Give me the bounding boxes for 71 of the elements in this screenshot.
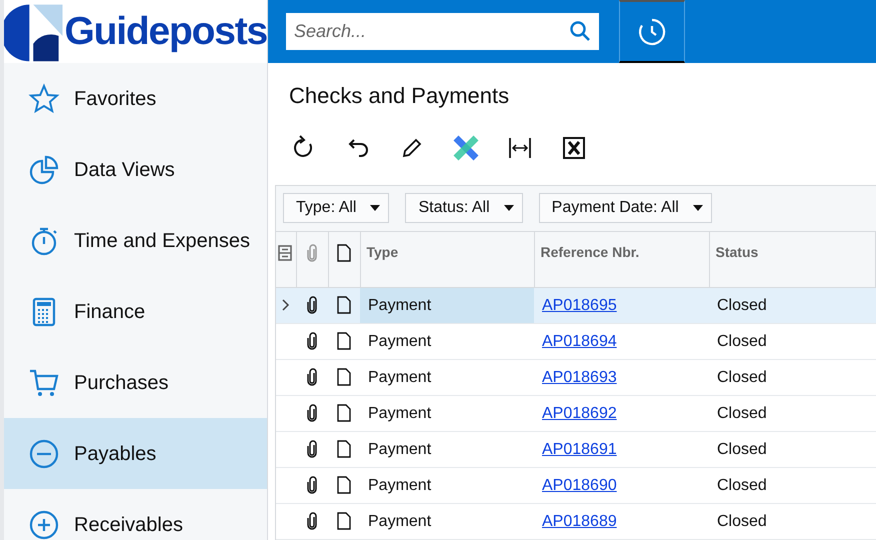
expand-icon — [28, 508, 60, 540]
table-row[interactable]: Payment AP018692 Closed — [276, 396, 876, 432]
sidebar-item[interactable]: Purchases — [4, 347, 267, 418]
history-button[interactable] — [619, 0, 685, 63]
paperclip-icon — [306, 440, 318, 458]
search-icon — [569, 20, 591, 42]
document-icon — [337, 368, 351, 386]
paperclip-icon — [306, 296, 318, 314]
table-cell: Closed — [709, 324, 876, 360]
caret-icon — [692, 205, 703, 211]
form-icon — [278, 244, 292, 261]
reference-link[interactable]: AP018691 — [542, 440, 617, 458]
reference-link[interactable]: AP018693 — [542, 368, 617, 386]
paperclip-icon — [306, 476, 318, 494]
collapse-icon — [28, 438, 60, 470]
document-icon — [337, 244, 351, 262]
paperclip-icon — [306, 368, 318, 386]
paperclip-icon — [306, 332, 318, 350]
table-cell: Payment — [360, 432, 534, 468]
pie-chart-icon — [28, 154, 60, 186]
column-header[interactable]: Type — [360, 232, 534, 288]
table-cell: Closed — [709, 504, 876, 540]
reference-link[interactable]: AP018692 — [542, 404, 617, 422]
page-title: Checks and Payments — [289, 83, 510, 110]
table-cell: Closed — [709, 432, 876, 468]
reference-link[interactable]: AP018694 — [542, 332, 617, 350]
sidebar-item[interactable]: Time and Expenses — [4, 205, 267, 276]
reference-link[interactable]: AP018690 — [542, 476, 617, 494]
document-icon — [337, 440, 351, 458]
table-cell: Payment — [360, 504, 534, 540]
document-icon — [337, 476, 351, 494]
logo-text: Guideposts — [64, 12, 267, 51]
search-field[interactable]: Search... — [286, 13, 599, 50]
sidebar-item[interactable]: Data Views — [4, 134, 267, 205]
table-cell: Payment — [360, 468, 534, 504]
table-cell: Payment — [360, 324, 534, 360]
star-icon — [28, 82, 60, 114]
sidebar-item[interactable]: Payables — [4, 418, 267, 489]
table-row[interactable]: Payment AP018693 Closed — [276, 360, 876, 396]
reference-link[interactable]: AP018689 — [542, 512, 617, 530]
document-icon — [337, 404, 351, 422]
table-cell: Closed — [709, 288, 876, 324]
column-header[interactable]: Reference Nbr. — [534, 232, 709, 288]
table-cell: Closed — [709, 468, 876, 504]
table-row[interactable]: Payment AP018690 Closed — [276, 468, 876, 504]
sidebar-item[interactable]: Receivables — [4, 489, 267, 540]
table-cell: Payment — [360, 288, 534, 324]
paperclip-icon — [306, 244, 318, 262]
caret-icon — [504, 205, 514, 211]
table-row[interactable]: Payment AP018695 Closed — [276, 288, 876, 324]
table-cell: Closed — [709, 396, 876, 432]
sidebar-item[interactable]: Favorites — [4, 63, 267, 134]
document-icon — [337, 296, 351, 314]
document-icon — [337, 512, 351, 530]
chevron-icon — [282, 299, 290, 312]
clock-icon — [637, 16, 667, 46]
table-cell: Payment — [360, 396, 534, 432]
filter-dropdown[interactable]: Payment Date: All — [538, 193, 712, 223]
document-icon — [337, 332, 351, 350]
paperclip-icon — [306, 512, 318, 530]
table-row[interactable]: Payment AP018694 Closed — [276, 324, 876, 360]
table-row[interactable]: Payment AP018689 Closed — [276, 504, 876, 540]
table-row[interactable]: Payment AP018691 Closed — [276, 432, 876, 468]
paperclip-icon — [306, 404, 318, 422]
filter-dropdown[interactable]: Type: All — [283, 193, 390, 223]
caret-icon — [370, 205, 380, 211]
sidebar-item[interactable]: Finance — [4, 276, 267, 347]
column-header[interactable]: Status — [709, 232, 876, 288]
filter-dropdown[interactable]: Status: All — [405, 193, 523, 223]
table-cell: Payment — [360, 360, 534, 396]
table-cell: Closed — [709, 360, 876, 396]
